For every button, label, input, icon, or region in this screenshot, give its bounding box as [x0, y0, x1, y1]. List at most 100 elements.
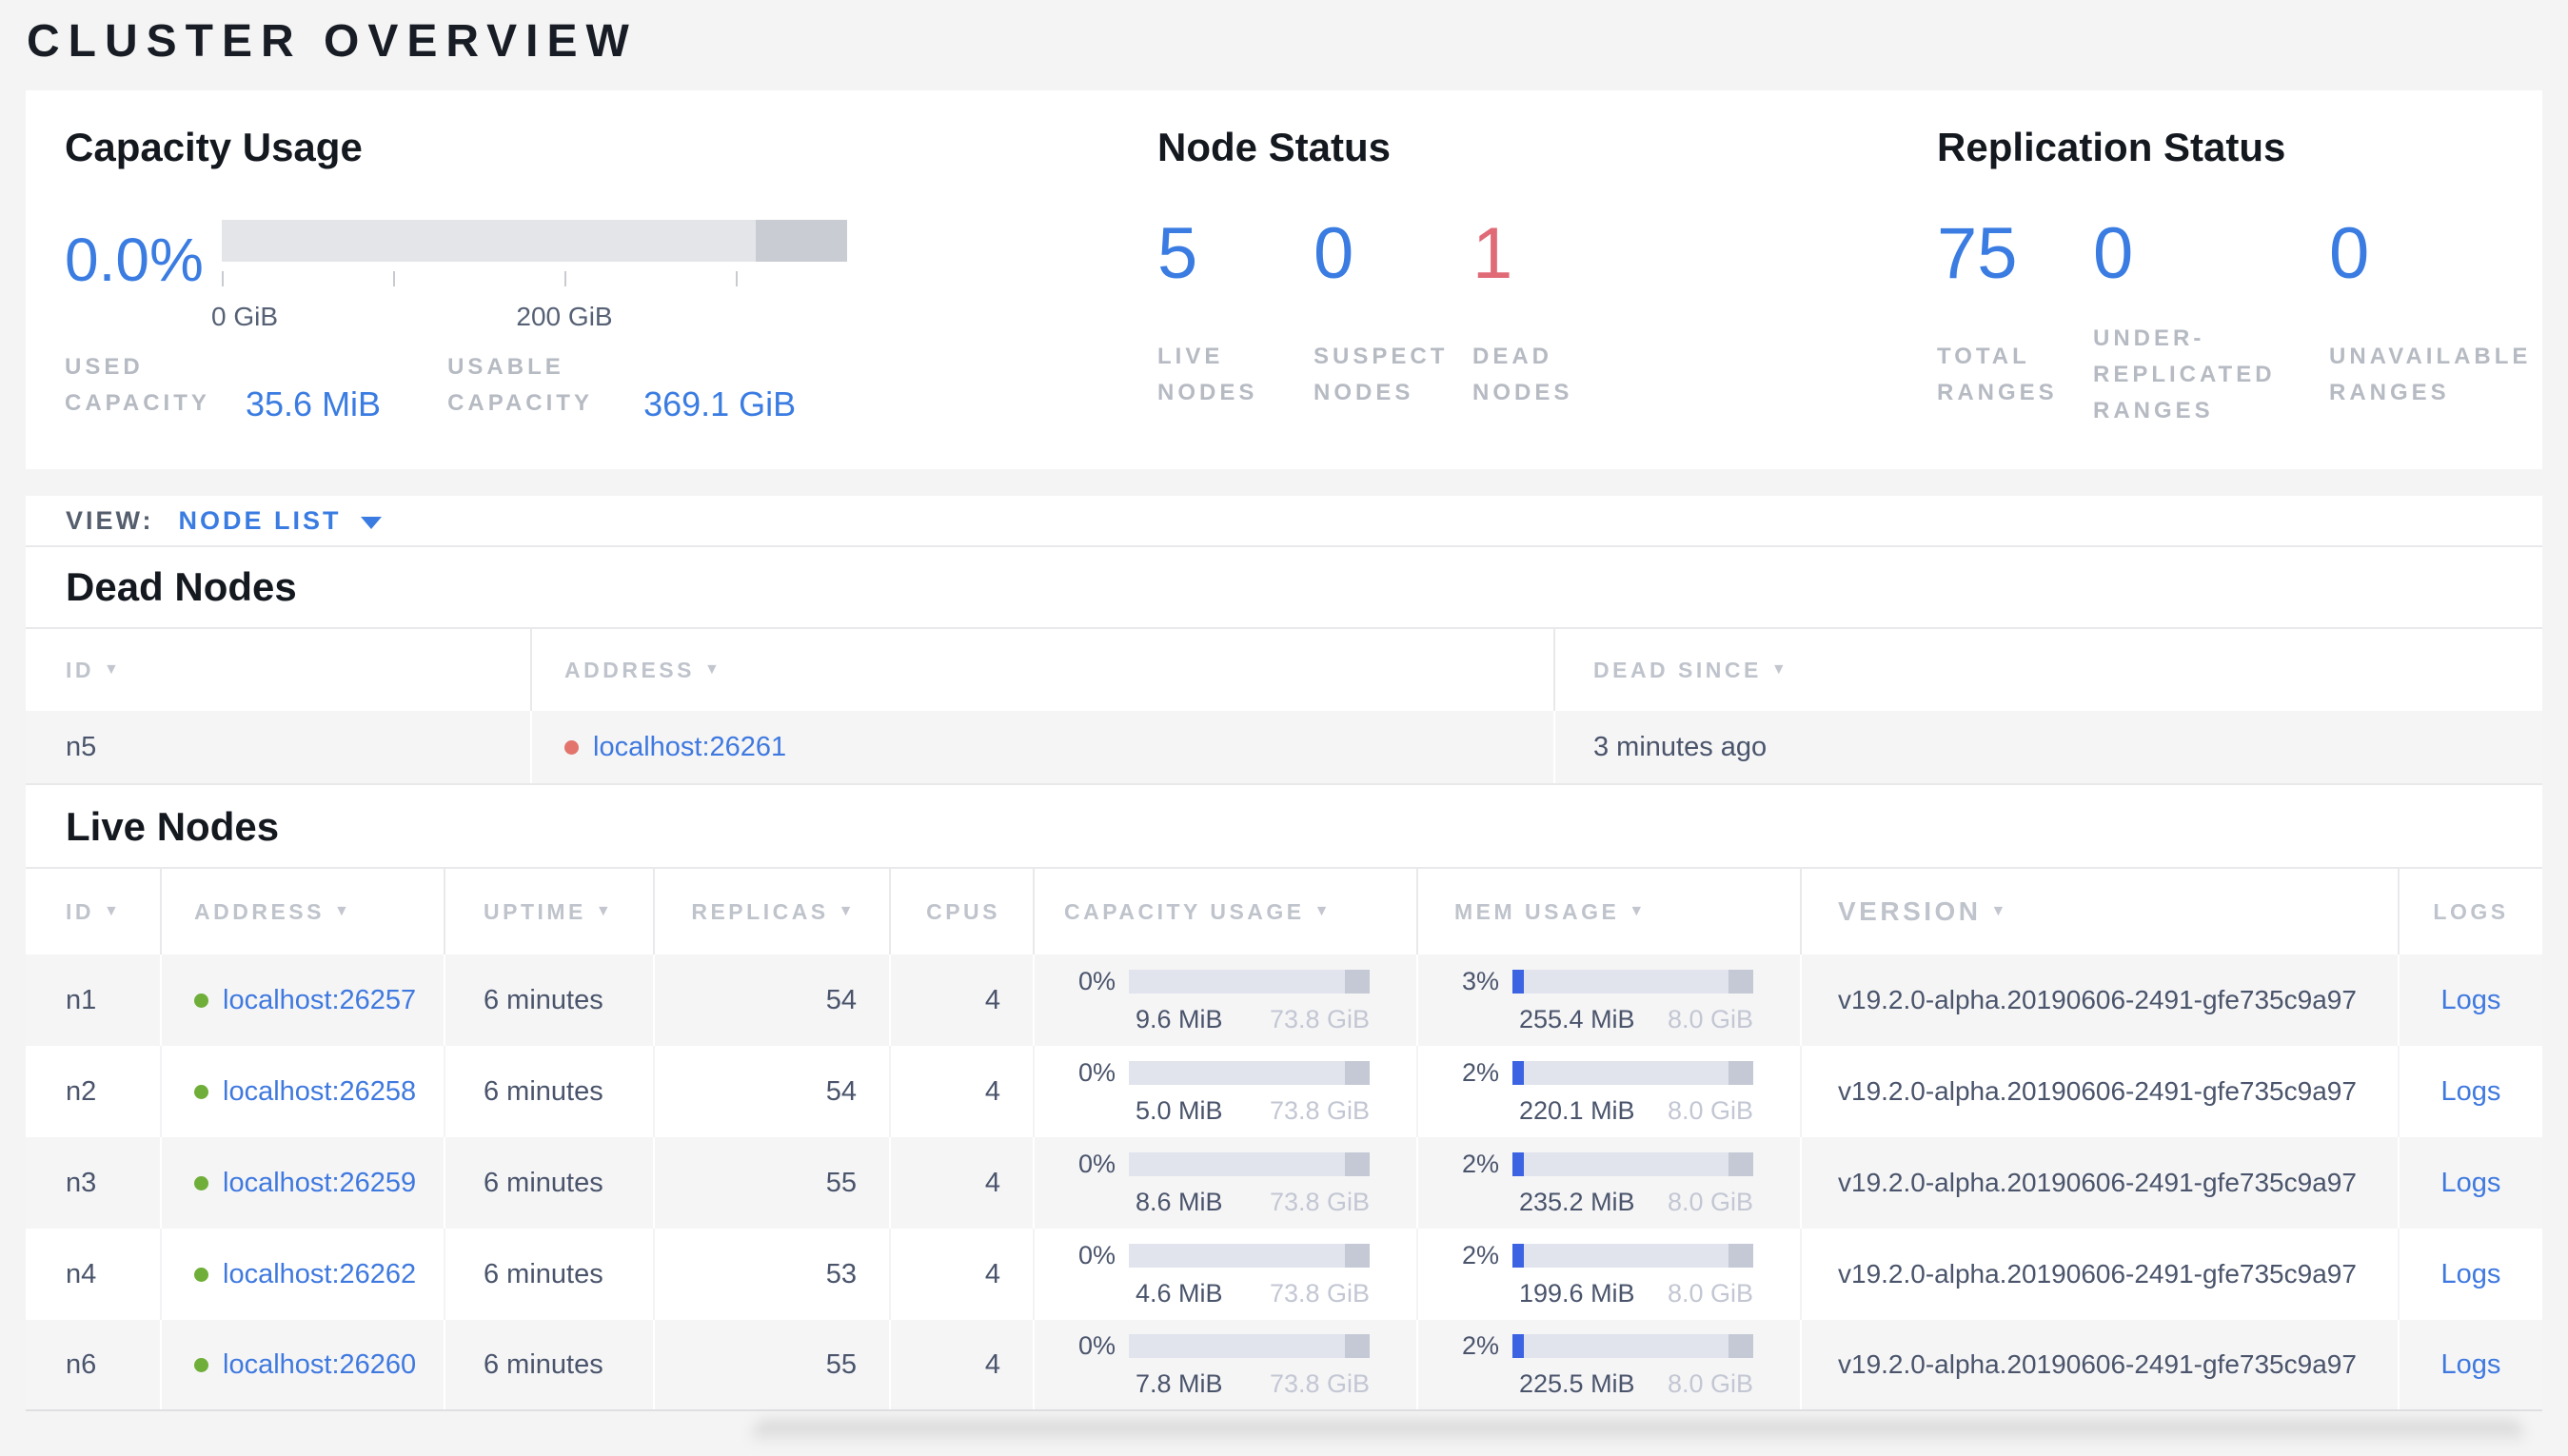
column-header-replicas[interactable]: REPLICAS ▼	[655, 869, 891, 954]
node-live-status-icon	[194, 993, 208, 1008]
view-dropdown-value[interactable]: NODE LIST	[179, 506, 342, 536]
capacity-percent: 0%	[1077, 966, 1116, 995]
logs-link[interactable]: Logs	[2441, 985, 2501, 1016]
capacity-total: 73.8 GiB	[1269, 1278, 1370, 1308]
replication-status-section: Replication Status 75 TOTAL RANGES 0 UND…	[1937, 125, 2542, 469]
axis-tick	[564, 271, 566, 286]
under-replicated-ranges-stat: 0 UNDER-REPLICATED RANGES	[2093, 218, 2329, 446]
node-uptime: 6 minutes	[445, 1046, 655, 1137]
node-cpus: 4	[891, 954, 1035, 1046]
unavailable-ranges-label: UNAVAILABLE RANGES	[2329, 344, 2532, 405]
logs-link[interactable]: Logs	[2441, 1349, 2501, 1381]
view-dropdown[interactable]: NODE LIST	[179, 506, 382, 536]
node-id: n2	[26, 1046, 162, 1137]
total-ranges-count: 75	[1937, 213, 2018, 294]
sort-desc-icon: ▼	[333, 903, 353, 919]
node-id: n4	[26, 1229, 162, 1320]
node-dead-status-icon	[564, 739, 579, 755]
axis-tick-label: 200 GiB	[516, 302, 613, 331]
capacity-mini-bar	[1129, 1243, 1370, 1268]
node-version: v19.2.0-alpha.20190606-2491-gfe735c9a97	[1802, 1320, 2400, 1409]
node-address-link[interactable]: localhost:26259	[223, 1168, 416, 1199]
node-address-cell: localhost:26262	[162, 1229, 445, 1320]
capacity-mini-bar	[1129, 1333, 1370, 1358]
used-capacity-value: 35.6 MiB	[246, 384, 382, 423]
dead-nodes-heading: Dead Nodes	[66, 564, 297, 609]
mem-mini-bar	[1512, 1333, 1753, 1358]
view-bar: VIEW: NODE LIST	[26, 496, 2542, 547]
capacity-used: 4.6 MiB	[1136, 1278, 1223, 1308]
dead-nodes-header-row: ID ▼ ADDRESS ▼ DEAD SINCE ▼	[26, 627, 2542, 711]
live-nodes-count: 5	[1157, 213, 1198, 294]
sort-desc-icon: ▼	[1770, 661, 1790, 678]
nodes-tables-card: Dead Nodes ID ▼ ADDRESS ▼ DEAD SINCE ▼ n5 l…	[26, 547, 2542, 1411]
usable-capacity-value: 369.1 GiB	[643, 384, 797, 423]
suspect-nodes-count: 0	[1314, 213, 1354, 294]
dead-nodes-label: DEAD NODES	[1472, 344, 1573, 405]
logs-link[interactable]: Logs	[2441, 1168, 2501, 1199]
mem-total: 8.0 GiB	[1667, 1095, 1753, 1125]
node-address-cell: localhost:26257	[162, 954, 445, 1046]
capacity-mini-bar	[1129, 969, 1370, 994]
column-header-id[interactable]: ID ▼	[26, 629, 532, 711]
offscreen-element-shadow	[752, 1421, 2524, 1446]
mem-mini-bar	[1512, 969, 1753, 994]
sort-desc-icon: ▼	[1314, 903, 1333, 919]
capacity-usage-title: Capacity Usage	[65, 125, 363, 169]
column-header-id[interactable]: ID ▼	[26, 869, 162, 954]
node-version: v19.2.0-alpha.20190606-2491-gfe735c9a97	[1802, 1046, 2400, 1137]
node-capacity-usage-cell: 0% 5.0 MiB 73.8 GiB	[1035, 1046, 1418, 1137]
column-header-address[interactable]: ADDRESS ▼	[532, 629, 1555, 711]
node-address-link[interactable]: localhost:26257	[223, 985, 416, 1016]
node-address-link[interactable]: localhost:26262	[223, 1259, 416, 1290]
capacity-total: 73.8 GiB	[1269, 1004, 1370, 1033]
node-status-title: Node Status	[1157, 125, 1392, 169]
column-header-capacity-usage[interactable]: CAPACITY USAGE ▼	[1035, 869, 1418, 954]
capacity-total: 73.8 GiB	[1269, 1368, 1370, 1398]
node-replicas: 55	[655, 1137, 891, 1229]
node-capacity-usage-cell: 0% 9.6 MiB 73.8 GiB	[1035, 954, 1418, 1046]
column-header-logs: LOGS	[2433, 898, 2509, 924]
usable-capacity-stat: USABLE CAPACITY 369.1 GiB	[447, 349, 797, 423]
node-address-link[interactable]: localhost:26261	[593, 732, 786, 763]
node-version: v19.2.0-alpha.20190606-2491-gfe735c9a97	[1802, 1229, 2400, 1320]
view-label: VIEW:	[66, 505, 154, 535]
live-node-row: n1 localhost:26257 6 minutes 54 4 0% 9.6…	[26, 954, 2542, 1046]
capacity-mini-bar	[1129, 1060, 1370, 1085]
node-id: n5	[26, 711, 532, 783]
mem-used: 199.6 MiB	[1519, 1278, 1635, 1308]
logs-link[interactable]: Logs	[2441, 1076, 2501, 1108]
node-mem-usage-cell: 2% 225.5 MiB 8.0 GiB	[1418, 1320, 1802, 1409]
capacity-usage-percent: 0.0%	[65, 226, 204, 294]
dead-since-value: 3 minutes ago	[1593, 731, 1768, 762]
column-header-dead-since[interactable]: DEAD SINCE ▼	[1555, 629, 2542, 711]
node-uptime: 6 minutes	[445, 954, 655, 1046]
dead-nodes-stat: 1 DEAD NODES	[1472, 218, 1615, 446]
column-header-mem-usage[interactable]: MEM USAGE ▼	[1418, 869, 1802, 954]
capacity-usage-bar-used-segment	[756, 220, 847, 262]
mem-used: 225.5 MiB	[1519, 1368, 1635, 1398]
column-header-cpus[interactable]: CPUS	[891, 869, 1035, 954]
column-header-address[interactable]: ADDRESS ▼	[162, 869, 445, 954]
replication-status-title: Replication Status	[1937, 125, 2286, 169]
under-replicated-ranges-count: 0	[2093, 213, 2134, 294]
node-id: n1	[26, 954, 162, 1046]
node-live-status-icon	[194, 1267, 208, 1282]
node-live-status-icon	[194, 1084, 208, 1099]
node-address-link[interactable]: localhost:26258	[223, 1076, 416, 1108]
mem-total: 8.0 GiB	[1667, 1368, 1753, 1398]
mem-mini-bar	[1512, 1243, 1753, 1268]
mem-total: 8.0 GiB	[1667, 1187, 1753, 1216]
axis-tick	[393, 271, 395, 286]
page-title: CLUSTER OVERVIEW	[27, 16, 638, 67]
column-header-uptime[interactable]: UPTIME ▼	[445, 869, 655, 954]
column-header-version[interactable]: VERSION ▼	[1802, 869, 2400, 954]
dead-nodes-table: ID ▼ ADDRESS ▼ DEAD SINCE ▼ n5 localhost:26…	[26, 627, 2542, 785]
logs-link[interactable]: Logs	[2441, 1259, 2501, 1290]
node-replicas: 55	[655, 1320, 891, 1409]
node-address-link[interactable]: localhost:26260	[223, 1349, 416, 1381]
mem-total: 8.0 GiB	[1667, 1278, 1753, 1308]
node-id: n3	[26, 1137, 162, 1229]
cluster-summary-card: Capacity Usage 0.0% 0 GiB 200 GiB USED C…	[26, 90, 2542, 469]
sort-desc-icon: ▼	[1990, 903, 2009, 919]
